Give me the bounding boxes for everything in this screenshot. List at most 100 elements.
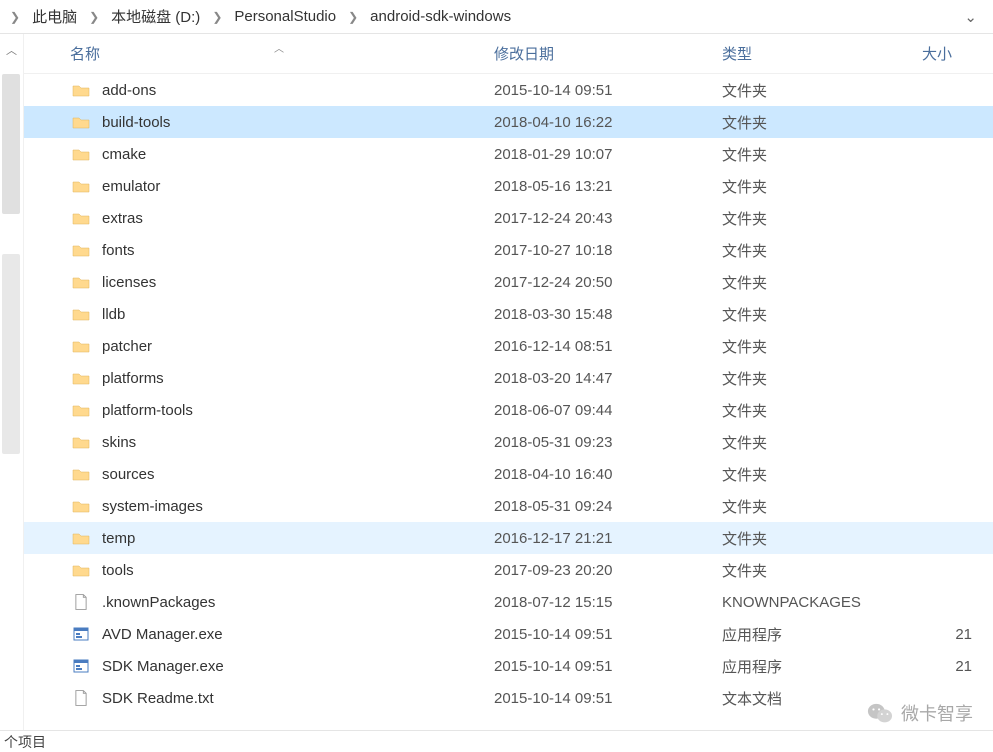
exe-icon — [70, 625, 92, 643]
scrollbar-thumb[interactable] — [2, 254, 20, 454]
file-date: 2017-09-23 20:20 — [494, 562, 722, 579]
folder-icon — [70, 561, 92, 579]
file-date: 2018-05-31 09:24 — [494, 498, 722, 515]
file-name: build-tools — [102, 114, 494, 131]
folder-icon — [70, 81, 92, 99]
table-row[interactable]: temp2016-12-17 21:21文件夹 — [24, 522, 993, 554]
up-arrow-icon[interactable]: ︿ — [6, 42, 17, 58]
table-row[interactable]: cmake2018-01-29 10:07文件夹 — [24, 138, 993, 170]
file-type: 文件夹 — [722, 208, 922, 229]
file-name: skins — [102, 434, 494, 451]
file-date: 2018-03-30 15:48 — [494, 306, 722, 323]
file-type: 应用程序 — [722, 624, 922, 645]
file-date: 2017-12-24 20:50 — [494, 274, 722, 291]
column-header-size[interactable]: 大小 — [922, 43, 982, 64]
file-type: 文件夹 — [722, 432, 922, 453]
table-row[interactable]: tools2017-09-23 20:20文件夹 — [24, 554, 993, 586]
folder-icon — [70, 337, 92, 355]
file-type: 文件夹 — [722, 176, 922, 197]
file-name: AVD Manager.exe — [102, 626, 494, 643]
file-type: 应用程序 — [722, 656, 922, 677]
file-date: 2016-12-14 08:51 — [494, 338, 722, 355]
table-row[interactable]: emulator2018-05-16 13:21文件夹 — [24, 170, 993, 202]
table-row[interactable]: SDK Readme.txt2015-10-14 09:51文本文档 — [24, 682, 993, 714]
file-name: licenses — [102, 274, 494, 291]
table-row[interactable]: .knownPackages2018-07-12 15:15KNOWNPACKA… — [24, 586, 993, 618]
file-size: 21 — [922, 658, 972, 675]
file-name: cmake — [102, 146, 494, 163]
chevron-down-icon[interactable]: ⌄ — [952, 8, 989, 26]
file-date: 2018-06-07 09:44 — [494, 402, 722, 419]
file-date: 2018-01-29 10:07 — [494, 146, 722, 163]
left-gutter: ︿ — [0, 34, 24, 730]
table-row[interactable]: platforms2018-03-20 14:47文件夹 — [24, 362, 993, 394]
exe-icon — [70, 657, 92, 675]
table-row[interactable]: platform-tools2018-06-07 09:44文件夹 — [24, 394, 993, 426]
file-name: fonts — [102, 242, 494, 259]
file-name: sources — [102, 466, 494, 483]
folder-icon — [70, 241, 92, 259]
file-date: 2015-10-14 09:51 — [494, 82, 722, 99]
file-type: 文件夹 — [722, 240, 922, 261]
table-row[interactable]: lldb2018-03-30 15:48文件夹 — [24, 298, 993, 330]
status-bar: 个项目 — [0, 730, 993, 752]
file-type: 文件夹 — [722, 528, 922, 549]
file-date: 2015-10-14 09:51 — [494, 626, 722, 643]
file-date: 2018-07-12 15:15 — [494, 594, 722, 611]
file-type: 文件夹 — [722, 464, 922, 485]
file-name: tools — [102, 562, 494, 579]
table-row[interactable]: patcher2016-12-14 08:51文件夹 — [24, 330, 993, 362]
table-row[interactable]: system-images2018-05-31 09:24文件夹 — [24, 490, 993, 522]
sort-indicator-icon: ︿ — [274, 40, 284, 55]
breadcrumb-item[interactable]: android-sdk-windows — [366, 6, 515, 27]
status-text: 个项目 — [4, 732, 46, 752]
breadcrumb-item[interactable]: PersonalStudio — [230, 6, 340, 27]
folder-icon — [70, 305, 92, 323]
table-row[interactable]: skins2018-05-31 09:23文件夹 — [24, 426, 993, 458]
file-name: .knownPackages — [102, 594, 494, 611]
file-icon — [70, 593, 92, 611]
file-type: 文件夹 — [722, 368, 922, 389]
main-area: ︿ ︿ 名称 修改日期 类型 大小 add-ons2015-10-14 09:5… — [0, 34, 993, 730]
file-date: 2015-10-14 09:51 — [494, 658, 722, 675]
table-row[interactable]: fonts2017-10-27 10:18文件夹 — [24, 234, 993, 266]
table-row[interactable]: licenses2017-12-24 20:50文件夹 — [24, 266, 993, 298]
file-date: 2018-05-31 09:23 — [494, 434, 722, 451]
folder-icon — [70, 177, 92, 195]
chevron-right-icon: ❯ — [206, 10, 228, 24]
table-row[interactable]: add-ons2015-10-14 09:51文件夹 — [24, 74, 993, 106]
folder-icon — [70, 401, 92, 419]
breadcrumb[interactable]: ❯ 此电脑 ❯ 本地磁盘 (D:) ❯ PersonalStudio ❯ and… — [0, 0, 993, 34]
breadcrumb-item[interactable]: 此电脑 — [28, 4, 81, 29]
file-date: 2018-04-10 16:40 — [494, 466, 722, 483]
chevron-right-icon: ❯ — [342, 10, 364, 24]
table-row[interactable]: SDK Manager.exe2015-10-14 09:51应用程序21 — [24, 650, 993, 682]
file-type: 文件夹 — [722, 144, 922, 165]
file-type: 文件夹 — [722, 400, 922, 421]
folder-icon — [70, 369, 92, 387]
column-header-date[interactable]: 修改日期 — [494, 43, 722, 64]
file-type: 文件夹 — [722, 336, 922, 357]
folder-icon — [70, 113, 92, 131]
file-date: 2016-12-17 21:21 — [494, 530, 722, 547]
file-date: 2018-03-20 14:47 — [494, 370, 722, 387]
file-size: 21 — [922, 626, 972, 643]
table-row[interactable]: build-tools2018-04-10 16:22文件夹 — [24, 106, 993, 138]
breadcrumb-item[interactable]: 本地磁盘 (D:) — [107, 4, 204, 29]
table-row[interactable]: AVD Manager.exe2015-10-14 09:51应用程序21 — [24, 618, 993, 650]
file-type: 文本文档 — [722, 688, 922, 709]
scrollbar-thumb[interactable] — [2, 74, 20, 214]
file-name: system-images — [102, 498, 494, 515]
file-type: KNOWNPACKAGES — [722, 594, 922, 611]
table-row[interactable]: extras2017-12-24 20:43文件夹 — [24, 202, 993, 234]
file-date: 2017-12-24 20:43 — [494, 210, 722, 227]
table-row[interactable]: sources2018-04-10 16:40文件夹 — [24, 458, 993, 490]
folder-icon — [70, 433, 92, 451]
file-name: lldb — [102, 306, 494, 323]
file-icon — [70, 689, 92, 707]
file-name: temp — [102, 530, 494, 547]
file-type: 文件夹 — [722, 272, 922, 293]
column-header-type[interactable]: 类型 — [722, 43, 922, 64]
folder-icon — [70, 273, 92, 291]
file-type: 文件夹 — [722, 496, 922, 517]
